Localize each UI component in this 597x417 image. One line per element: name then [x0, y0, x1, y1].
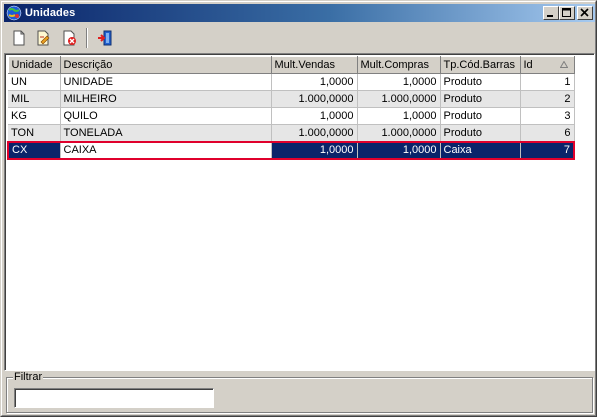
edit-button[interactable]	[32, 27, 54, 49]
units-table: Unidade Descrição Mult.Vendas Mult.Compr…	[7, 56, 575, 160]
maximize-button[interactable]	[559, 6, 575, 20]
units-grid[interactable]: Unidade Descrição Mult.Vendas Mult.Compr…	[4, 53, 595, 371]
window-frame: Unidades Unidade Descrição Mult.Vendas M…	[1, 1, 596, 416]
minimize-icon	[547, 15, 553, 17]
cell-tp-cod-barras[interactable]: Caixa	[440, 140, 521, 160]
cell-tp-cod-barras[interactable]: Produto	[440, 124, 521, 142]
column-header-tp-cod-barras[interactable]: Tp.Cód.Barras	[439, 56, 521, 74]
cell-unidade[interactable]: TON	[8, 124, 61, 142]
column-header-descricao[interactable]: Descrição	[59, 56, 272, 74]
header-row: Unidade Descrição Mult.Vendas Mult.Compr…	[7, 56, 575, 74]
cell-tp-cod-barras[interactable]: Produto	[440, 107, 521, 125]
unidades-window: Unidades Unidade Descrição Mult.Vendas M…	[0, 0, 597, 417]
cell-mult-compras[interactable]: 1,0000	[357, 140, 441, 160]
cell-mult-vendas[interactable]: 1,0000	[271, 73, 358, 91]
cell-mult-vendas[interactable]: 1,0000	[271, 107, 358, 125]
cell-tp-cod-barras[interactable]: Produto	[440, 90, 521, 108]
window-title: Unidades	[25, 7, 76, 19]
cell-id[interactable]: 7	[520, 140, 575, 160]
app-globe-icon[interactable]	[6, 5, 22, 21]
exit-door-icon	[98, 30, 112, 46]
grid-viewport: Unidade Descrição Mult.Vendas Mult.Compr…	[5, 54, 594, 370]
cell-mult-vendas[interactable]: 1,0000	[271, 140, 358, 160]
cell-mult-compras[interactable]: 1.000,0000	[357, 124, 441, 142]
filter-label: Filtrar	[13, 371, 44, 383]
cell-unidade[interactable]: KG	[8, 107, 61, 125]
table-row[interactable]: UN UNIDADE 1,0000 1,0000 Produto 1	[8, 73, 575, 91]
cell-descricao[interactable]: MILHEIRO	[60, 90, 272, 108]
window-controls	[543, 6, 593, 20]
toolbar	[4, 24, 595, 52]
cell-mult-vendas[interactable]: 1.000,0000	[271, 90, 358, 108]
filter-groupbox: Filtrar	[6, 371, 593, 413]
cell-descricao[interactable]: TONELADA	[60, 124, 272, 142]
cell-id[interactable]: 3	[520, 107, 575, 125]
cell-id[interactable]: 1	[520, 73, 575, 91]
toolbar-separator	[86, 28, 88, 48]
cell-descricao[interactable]: QUILO	[60, 107, 272, 125]
cell-descricao-focused[interactable]: CAIXA	[60, 140, 272, 160]
new-document-icon	[13, 30, 25, 46]
cell-unidade[interactable]: CX	[7, 140, 61, 160]
cell-unidade[interactable]: MIL	[8, 90, 61, 108]
column-header-unidade[interactable]: Unidade	[7, 56, 61, 74]
cell-mult-vendas[interactable]: 1.000,0000	[271, 124, 358, 142]
table-row[interactable]: KG QUILO 1,0000 1,0000 Produto 3	[8, 107, 575, 125]
delete-document-icon	[63, 30, 76, 46]
cell-id[interactable]: 2	[520, 90, 575, 108]
cell-mult-compras[interactable]: 1.000,0000	[357, 90, 441, 108]
filter-input[interactable]	[14, 388, 214, 408]
column-header-mult-compras[interactable]: Mult.Compras	[356, 56, 441, 74]
column-header-id[interactable]: Id	[519, 56, 575, 74]
cell-mult-compras[interactable]: 1,0000	[357, 107, 441, 125]
close-icon	[580, 8, 589, 17]
cell-descricao[interactable]: UNIDADE	[60, 73, 272, 91]
sort-ascending-icon	[559, 61, 568, 68]
column-header-id-label: Id	[523, 59, 533, 71]
delete-button[interactable]	[58, 27, 80, 49]
edit-document-icon	[37, 30, 50, 46]
table-row[interactable]: TON TONELADA 1.000,0000 1.000,0000 Produ…	[8, 124, 575, 142]
cell-id[interactable]: 6	[520, 124, 575, 142]
exit-button[interactable]	[94, 27, 116, 49]
maximize-icon	[562, 8, 571, 17]
table-row[interactable]: MIL MILHEIRO 1.000,0000 1.000,0000 Produ…	[8, 90, 575, 108]
cell-unidade[interactable]: UN	[8, 73, 61, 91]
column-header-mult-vendas[interactable]: Mult.Vendas	[270, 56, 358, 74]
cell-mult-compras[interactable]: 1,0000	[357, 73, 441, 91]
table-row-selected[interactable]: CX CAIXA 1,0000 1,0000 Caixa 7	[7, 140, 575, 160]
cell-tp-cod-barras[interactable]: Produto	[440, 73, 521, 91]
title-bar[interactable]: Unidades	[4, 4, 595, 22]
close-button[interactable]	[577, 6, 593, 20]
minimize-button[interactable]	[543, 6, 559, 20]
new-button[interactable]	[8, 27, 30, 49]
